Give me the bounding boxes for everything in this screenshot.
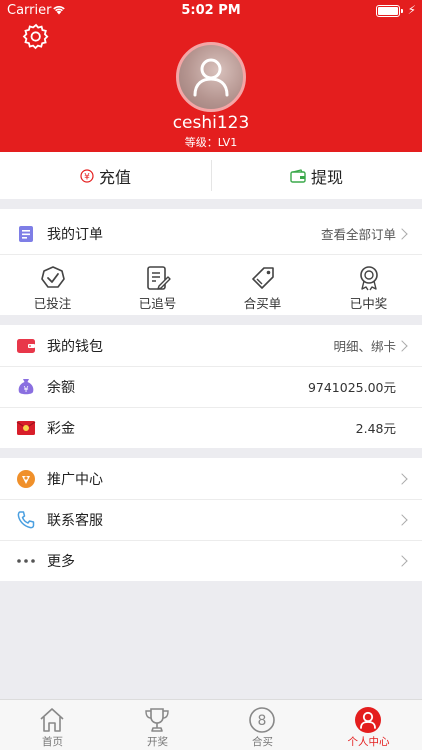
- money-bag-icon: ¥: [15, 376, 37, 398]
- tab-label: 个人中心: [347, 736, 390, 748]
- person-outline-icon: [193, 58, 229, 97]
- more-row[interactable]: 更多: [0, 540, 422, 581]
- orders-section: 我的订单 查看全部订单 已投注 已追号 合买单 已中奖: [0, 209, 422, 315]
- bottom-tab-bar: 首页 开奖 8 合买 个人中心: [0, 699, 422, 750]
- svg-text:8: 8: [258, 713, 267, 729]
- trophy-icon: [143, 706, 171, 734]
- promotion-center-row[interactable]: 推广中心: [0, 458, 422, 499]
- clock-label: 5:02 PM: [181, 3, 241, 18]
- contact-service-row[interactable]: 联系客服: [0, 499, 422, 540]
- check-badge-icon: [40, 265, 66, 291]
- status-bar: Carrier 5:02 PM ⚡: [0, 0, 422, 22]
- more-label: 更多: [47, 553, 75, 570]
- tab-group-buy[interactable]: 8 合买: [210, 700, 315, 750]
- bonus-label: 彩金: [47, 420, 75, 437]
- contact-service-label: 联系客服: [47, 512, 103, 529]
- tag-icon: [250, 265, 276, 291]
- order-item-label: 已中奖: [349, 296, 388, 311]
- phone-icon: [15, 509, 37, 531]
- tab-label: 首页: [42, 736, 63, 748]
- person-icon: [354, 706, 382, 734]
- profile-header: Carrier 5:02 PM ⚡ ceshi123 等级：LV1: [0, 0, 422, 152]
- username: ceshi123: [172, 113, 250, 133]
- charging-icon: ⚡: [407, 3, 416, 17]
- promotion-icon: [15, 468, 37, 490]
- menu-section: 推广中心 联系客服 更多: [0, 458, 422, 581]
- tab-home[interactable]: 首页: [0, 700, 105, 750]
- chevron-right-icon: [396, 513, 408, 526]
- promotion-center-label: 推广中心: [47, 471, 103, 488]
- user-level: 等级：LV1: [184, 136, 238, 149]
- number-8-icon: 8: [248, 706, 276, 734]
- order-item-won[interactable]: 已中奖: [316, 255, 421, 317]
- settings-gear-icon[interactable]: [22, 22, 50, 50]
- tab-lottery-results[interactable]: 开奖: [105, 700, 210, 750]
- balance-value: 9741025.00元: [307, 380, 396, 395]
- order-status-grid: 已投注 已追号 合买单 已中奖: [0, 255, 422, 317]
- tab-label: 开奖: [147, 736, 168, 748]
- chevron-right-icon: [396, 554, 408, 567]
- red-envelope-icon: [15, 417, 37, 439]
- svg-text:¥: ¥: [23, 385, 28, 394]
- order-item-chase[interactable]: 已追号: [105, 255, 210, 317]
- recharge-label: 充值: [98, 167, 131, 187]
- wallet-section: 我的钱包 明细、绑卡 ¥ 余额 9741025.00元 彩金 2.48元: [0, 325, 422, 448]
- recharge-button[interactable]: ¥ 充值: [0, 152, 211, 199]
- withdraw-button[interactable]: 提现: [211, 152, 422, 199]
- battery-tip: [401, 9, 403, 13]
- home-icon: [38, 706, 66, 734]
- order-item-label: 已投注: [33, 296, 72, 311]
- wallet-row[interactable]: 我的钱包 明细、绑卡: [0, 325, 422, 366]
- orders-title: 我的订单: [47, 226, 103, 243]
- order-item-placed[interactable]: 已投注: [0, 255, 105, 317]
- bonus-row: 彩金 2.48元: [0, 407, 422, 448]
- bonus-value: 2.48元: [355, 421, 396, 436]
- chevron-right-icon: [396, 227, 408, 240]
- balance-action-bar: ¥ 充值 提现: [0, 152, 422, 199]
- withdraw-label: 提现: [310, 167, 343, 187]
- balance-label: 余额: [47, 379, 75, 396]
- view-all-orders-link[interactable]: 查看全部订单: [321, 224, 396, 243]
- chevron-right-icon: [396, 472, 408, 485]
- order-item-group-buy[interactable]: 合买单: [210, 255, 315, 317]
- user-avatar[interactable]: [176, 42, 246, 112]
- chevron-right-icon: [396, 339, 408, 352]
- orders-row[interactable]: 我的订单 查看全部订单: [0, 213, 422, 254]
- wallet-detail-link[interactable]: 明细、绑卡: [333, 336, 396, 355]
- battery-icon: [376, 5, 400, 17]
- order-item-label: 合买单: [243, 296, 282, 311]
- tab-label: 合买: [252, 736, 273, 748]
- yen-circle-icon: ¥: [80, 168, 94, 183]
- wallet-green-icon: [290, 168, 306, 183]
- tab-personal-center[interactable]: 个人中心: [316, 700, 421, 750]
- balance-row: ¥ 余额 9741025.00元: [0, 366, 422, 407]
- wallet-title: 我的钱包: [47, 338, 103, 355]
- edit-note-icon: [145, 265, 171, 291]
- more-dots-icon: [15, 550, 37, 572]
- order-list-icon: [15, 223, 37, 245]
- award-medal-icon: [356, 265, 382, 291]
- order-item-label: 已追号: [138, 296, 177, 311]
- wallet-icon: [15, 335, 37, 357]
- yen-glyph: ¥: [84, 172, 90, 182]
